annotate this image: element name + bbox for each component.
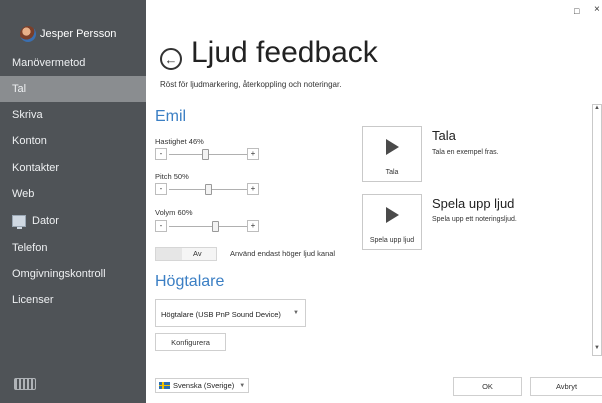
right-channel-toggle[interactable] [155,247,217,261]
toggle-state-label: Av [193,249,202,258]
back-arrow-icon: ← [164,51,178,67]
user-name: Jesper Persson [40,28,117,40]
sidebar-item-konton[interactable]: Konton [0,128,146,154]
sidebar-item-label: Dator [32,215,59,227]
sidebar-item-web[interactable]: Web [0,181,146,207]
sidebar-item-tal[interactable]: Tal [0,76,146,102]
volume-decrease-button[interactable]: - [155,220,167,232]
sidebar-item-dator[interactable]: Dator [0,208,146,234]
pitch-decrease-button[interactable]: - [155,183,167,195]
scrollbar[interactable]: ▲ ▼ [592,104,602,356]
pitch-thumb[interactable] [204,184,212,195]
sidebar-item-skriva[interactable]: Skriva [0,102,146,128]
toggle-description: Använd endast höger ljud kanal [230,249,336,258]
speakers-section-title: Högtalare [155,273,225,290]
scroll-up-icon[interactable]: ▲ [593,105,601,115]
play-sound-title: Spela upp ljud [432,196,515,211]
page-title: Ljud feedback [191,36,378,69]
play-icon [386,139,399,155]
volume-label: Volym 60% [155,208,193,217]
avatar [20,26,36,42]
sidebar: Jesper Persson Manövermetod Tal Skriva K… [0,0,146,403]
sidebar-item-telefon[interactable]: Telefon [0,235,146,261]
play-sound-tile-button[interactable]: Spela upp ljud [362,194,422,250]
sidebar-item-label: Telefon [12,242,48,254]
maximize-button[interactable]: □ [574,6,579,16]
speak-tile-button[interactable]: Tala [362,126,422,182]
sidebar-item-label: Kontakter [12,162,60,174]
sidebar-item-label: Konton [12,135,47,147]
speed-increase-button[interactable]: + [247,148,259,160]
speaker-device-value: Högtalare (USB PnP Sound Device) [161,310,281,319]
play-sound-tile-label: Spela upp ljud [369,237,415,244]
computer-icon [12,215,26,229]
pitch-label: Pitch 50% [155,172,189,181]
keyboard-icon[interactable] [14,378,36,390]
language-value: Svenska (Sverige) [173,381,235,390]
volume-slider[interactable]: - + [155,220,260,234]
scroll-down-icon[interactable]: ▼ [593,345,601,355]
speed-slider[interactable]: - + [155,148,260,162]
speak-description: Tala en exempel fras. [432,149,499,156]
sidebar-item-licenser[interactable]: Licenser [0,287,146,313]
language-select[interactable]: Svenska (Sverige) ▼ [155,378,249,393]
voice-section-title: Emil [155,108,187,125]
chevron-down-icon: ▼ [239,382,246,389]
pitch-slider[interactable]: - + [155,183,260,197]
cancel-button[interactable]: Avbryt [530,377,602,396]
page-subtitle: Röst för ljudmarkering, återkoppling och… [160,80,342,89]
ok-button[interactable]: OK [453,377,522,396]
close-button[interactable]: × [594,4,600,15]
sidebar-item-manovermetod[interactable]: Manövermetod [0,50,146,76]
speed-decrease-button[interactable]: - [155,148,167,160]
play-icon [386,207,399,223]
sidebar-item-omgivningskontroll[interactable]: Omgivningskontroll [0,261,146,287]
user-profile[interactable]: Jesper Persson [20,26,116,42]
back-button[interactable]: ← [160,48,182,70]
sidebar-item-label: Tal [12,83,27,95]
chevron-down-icon: ▼ [293,310,299,316]
sidebar-item-kontakter[interactable]: Kontakter [0,155,146,181]
toggle-knob [156,248,182,260]
swedish-flag-icon [159,382,170,389]
play-sound-description: Spela upp ett noteringsljud. [432,216,517,223]
volume-thumb[interactable] [211,221,219,232]
volume-increase-button[interactable]: + [247,220,259,232]
speaker-device-select[interactable]: Högtalare (USB PnP Sound Device) ▼ [155,299,306,327]
sidebar-item-label: Omgivningskontroll [12,268,106,280]
sidebar-item-label: Web [12,188,35,200]
speed-label: Hastighet 46% [155,137,204,146]
sidebar-item-label: Licenser [12,294,54,306]
sidebar-item-label: Skriva [12,109,43,121]
pitch-increase-button[interactable]: + [247,183,259,195]
speak-title: Tala [432,128,456,143]
speed-thumb[interactable] [201,149,209,160]
speak-tile-label: Tala [385,169,399,176]
slider-track [169,226,247,227]
sidebar-item-label: Manövermetod [12,57,86,69]
configure-button[interactable]: Konfigurera [155,333,226,351]
